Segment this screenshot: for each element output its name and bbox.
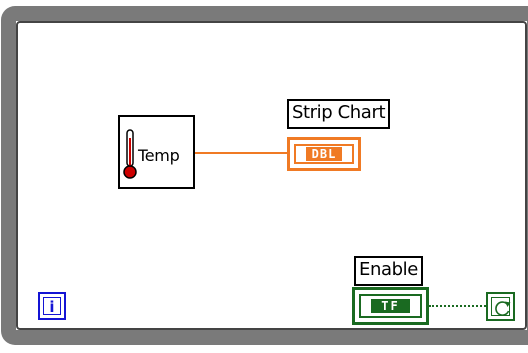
boolean-wire[interactable] <box>429 305 486 307</box>
strip-chart-label[interactable]: Strip Chart <box>287 99 391 129</box>
tf-type-tag: TF <box>371 299 410 313</box>
iteration-terminal-label: i <box>43 297 61 316</box>
enable-label[interactable]: Enable <box>354 256 423 286</box>
thermometer-icon <box>123 128 137 184</box>
while-loop-frame[interactable] <box>1 6 528 345</box>
enable-terminal-inner: TF <box>359 294 422 318</box>
temp-subvi-node[interactable]: Temp <box>118 115 195 189</box>
numeric-wire[interactable] <box>195 152 287 154</box>
dbl-type-tag: DBL <box>305 147 343 161</box>
strip-chart-terminal-inner: DBL <box>294 144 354 164</box>
while-loop-inner-border <box>16 21 527 330</box>
loop-condition-icon <box>492 301 513 323</box>
enable-terminal[interactable]: TF <box>352 287 429 325</box>
temp-node-label: Temp <box>138 146 180 165</box>
strip-chart-terminal[interactable]: DBL <box>287 137 361 171</box>
conditional-terminal[interactable] <box>486 292 515 321</box>
conditional-terminal-inner <box>491 297 511 316</box>
iteration-terminal[interactable]: i <box>38 292 66 320</box>
